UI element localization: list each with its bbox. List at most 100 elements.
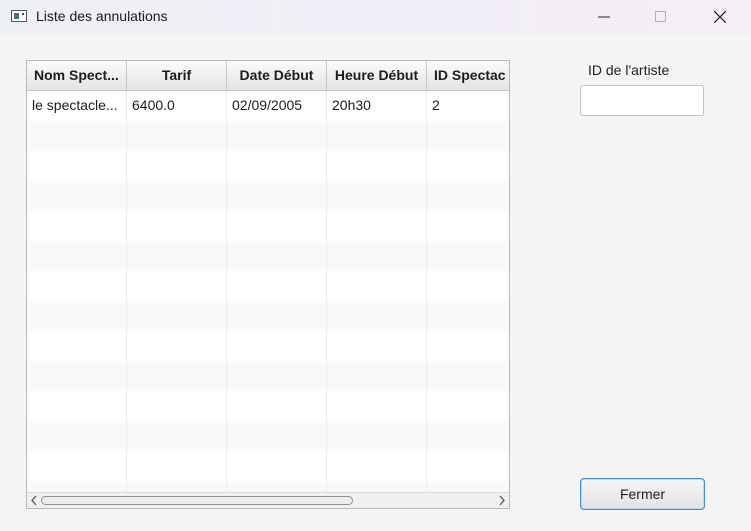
table-cell xyxy=(227,181,327,211)
table-row[interactable] xyxy=(27,211,509,241)
table-cell xyxy=(27,121,127,151)
table-row[interactable] xyxy=(27,301,509,331)
column-header-id-spectacle[interactable]: ID Spectac xyxy=(427,61,509,90)
table-row[interactable]: le spectacle... 6400.0 02/09/2005 20h30 2 xyxy=(27,91,509,121)
table-cell xyxy=(27,331,127,361)
table-cell xyxy=(127,451,227,481)
artist-id-input[interactable] xyxy=(580,85,704,116)
table-body: le spectacle... 6400.0 02/09/2005 20h30 2 xyxy=(27,91,509,492)
table-header: Nom Spect... Tarif Date Début Heure Débu… xyxy=(27,61,509,91)
table-cell xyxy=(127,211,227,241)
table-cell xyxy=(127,181,227,211)
window-title: Liste des annulations xyxy=(36,8,168,24)
table-cell xyxy=(427,331,509,361)
table-cell xyxy=(327,481,427,492)
table-cell: 20h30 xyxy=(327,91,427,121)
table-row[interactable] xyxy=(27,331,509,361)
table-cell xyxy=(227,241,327,271)
scroll-left-icon[interactable] xyxy=(29,495,39,506)
table-cell xyxy=(127,391,227,421)
table-cell xyxy=(127,301,227,331)
artist-id-label: ID de l'artiste xyxy=(588,62,670,78)
column-header-date-debut[interactable]: Date Début xyxy=(227,61,327,90)
table-cell xyxy=(127,271,227,301)
close-icon xyxy=(714,11,726,23)
table-cell xyxy=(27,301,127,331)
table-cell xyxy=(27,181,127,211)
table-cell: le spectacle... xyxy=(27,91,127,121)
table-cell xyxy=(327,451,427,481)
table-cell xyxy=(327,121,427,151)
column-header-nom-spectacle[interactable]: Nom Spect... xyxy=(27,61,127,90)
title-bar: Liste des annulations xyxy=(0,0,751,34)
table-cell xyxy=(227,271,327,301)
table-cell xyxy=(227,121,327,151)
table-cell xyxy=(427,151,509,181)
table-cell xyxy=(227,301,327,331)
table-cell xyxy=(227,421,327,451)
column-header-tarif[interactable]: Tarif xyxy=(127,61,227,90)
table-cell: 6400.0 xyxy=(127,91,227,121)
table-row[interactable] xyxy=(27,481,509,492)
table-cell xyxy=(127,331,227,361)
table-cell xyxy=(127,421,227,451)
table-cell: 2 xyxy=(432,97,440,113)
table-cell xyxy=(127,151,227,181)
table-row[interactable] xyxy=(27,271,509,301)
maximize-icon xyxy=(655,11,666,22)
table-cell xyxy=(27,211,127,241)
table-cell xyxy=(127,241,227,271)
table-cell xyxy=(227,391,327,421)
table-row[interactable] xyxy=(27,451,509,481)
table-cell xyxy=(427,211,509,241)
maximize-button[interactable] xyxy=(638,0,684,34)
minimize-button[interactable] xyxy=(581,0,627,34)
table-cell xyxy=(327,391,427,421)
table-cell xyxy=(27,151,127,181)
table-row[interactable] xyxy=(27,121,509,151)
table-cell xyxy=(427,361,509,391)
table-cell xyxy=(227,481,327,492)
table-cell xyxy=(27,391,127,421)
table-cell xyxy=(327,301,427,331)
table-cell xyxy=(427,181,509,211)
table-cell xyxy=(127,361,227,391)
table-cell xyxy=(327,361,427,391)
table-cell xyxy=(427,301,509,331)
table-cell xyxy=(327,271,427,301)
close-window-button[interactable] xyxy=(697,0,743,34)
scrollbar-thumb[interactable] xyxy=(41,496,353,505)
table-cell xyxy=(27,361,127,391)
horizontal-scrollbar[interactable] xyxy=(27,492,509,508)
table-cell xyxy=(427,271,509,301)
table-cell xyxy=(27,241,127,271)
table-row[interactable] xyxy=(27,241,509,271)
table-row[interactable] xyxy=(27,181,509,211)
table-cell xyxy=(327,241,427,271)
table-cell xyxy=(427,121,509,151)
table-cell xyxy=(427,451,509,481)
minimize-icon xyxy=(598,16,610,18)
table-cell xyxy=(327,151,427,181)
table-cell xyxy=(27,271,127,301)
table-cell xyxy=(27,421,127,451)
column-header-heure-debut[interactable]: Heure Début xyxy=(327,61,427,90)
cancellations-table[interactable]: Nom Spect... Tarif Date Début Heure Débu… xyxy=(26,60,510,509)
table-cell xyxy=(227,361,327,391)
table-row[interactable] xyxy=(27,421,509,451)
table-row[interactable] xyxy=(27,391,509,421)
table-cell xyxy=(227,331,327,361)
table-row[interactable] xyxy=(27,361,509,391)
table-cell xyxy=(227,211,327,241)
table-row[interactable] xyxy=(27,151,509,181)
close-button[interactable]: Fermer xyxy=(580,478,705,510)
table-cell xyxy=(127,481,227,492)
table-cell xyxy=(427,421,509,451)
table-cell xyxy=(327,211,427,241)
table-cell xyxy=(327,331,427,361)
table-cell xyxy=(27,451,127,481)
scroll-right-icon[interactable] xyxy=(497,495,507,506)
table-cell xyxy=(127,121,227,151)
table-cell: 02/09/2005 xyxy=(227,91,327,121)
table-cell xyxy=(427,241,509,271)
